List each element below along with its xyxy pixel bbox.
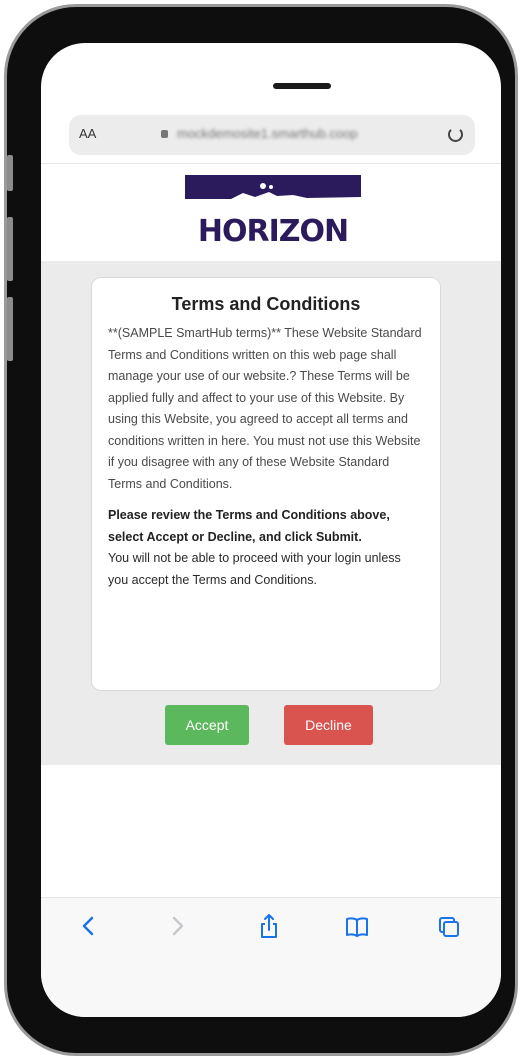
volume-up-button (7, 217, 13, 281)
bookmarks-icon[interactable] (345, 912, 369, 940)
back-icon[interactable] (77, 912, 101, 940)
terms-title: Terms and Conditions (171, 294, 361, 314)
tabs-icon[interactable] (437, 912, 461, 940)
mute-switch (7, 155, 13, 191)
safari-toolbar (41, 897, 501, 1017)
forward-icon[interactable] (165, 912, 189, 940)
lock-icon (161, 130, 168, 138)
phone-frame: AA mockdemosite1.smarthub.coop HORIZON T… (4, 4, 518, 1056)
screen: AA mockdemosite1.smarthub.coop HORIZON T… (41, 43, 501, 1017)
instruction-text: Please review the Terms and Conditions a… (108, 508, 390, 544)
logo-mountain-graphic (185, 175, 361, 205)
decline-button[interactable]: Decline (284, 705, 373, 745)
terms-card: Terms and Conditions **(SAMPLE SmartHub … (91, 277, 441, 691)
accept-button[interactable]: Accept (165, 705, 249, 745)
terms-body: **(SAMPLE SmartHub terms)** These Websit… (108, 326, 422, 491)
text-size-button[interactable]: AA (79, 126, 96, 141)
content-area: Terms and Conditions **(SAMPLE SmartHub … (41, 261, 501, 765)
header-divider (41, 163, 501, 164)
address-bar[interactable]: AA mockdemosite1.smarthub.coop (69, 115, 475, 155)
logo-wordmark: HORIZON (197, 214, 349, 249)
url-text[interactable]: mockdemosite1.smarthub.coop (177, 126, 407, 141)
speaker-notch (273, 83, 331, 89)
reload-icon[interactable] (448, 127, 463, 142)
share-icon[interactable] (257, 912, 281, 940)
terms-instructions: Please review the Terms and Conditions a… (108, 505, 424, 591)
horizon-logo: HORIZON (185, 175, 361, 248)
action-buttons: Accept Decline (41, 705, 501, 749)
volume-down-button (7, 297, 13, 361)
instruction-note: You will not be able to proceed with you… (108, 551, 401, 587)
